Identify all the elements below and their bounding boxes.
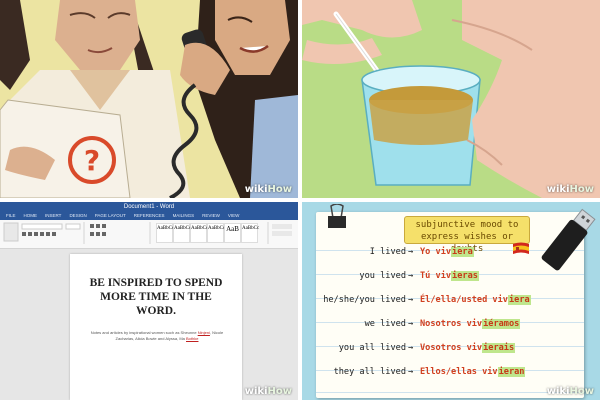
ribbon-tab[interactable]: INSERT (45, 212, 61, 220)
ribbon-tab[interactable]: FILE (6, 212, 16, 220)
spanish-stem: Él/ella/usted viv (420, 295, 508, 305)
style-title[interactable]: AaB (224, 223, 241, 243)
word-ribbon-tabs: FILE HOME INSERT DESIGN PAGE LAYOUT REFE… (0, 212, 298, 220)
spanish-form: Vosotros vivierais (420, 340, 516, 356)
english-form: he/she/you lived (323, 295, 406, 305)
conjugation-row: they all lived → Ellos/ellas vivieran (316, 364, 584, 380)
style-no-spacing[interactable]: AaBbCcDc (173, 223, 197, 243)
arrow-icon: → (408, 295, 414, 305)
wikihow-watermark: wikiHow (547, 386, 594, 397)
usb-drive-icon (541, 208, 596, 271)
spanish-form: Él/ella/usted viviera (420, 292, 531, 308)
spanish-form: Tú vivieras (420, 268, 479, 284)
ribbon-tab[interactable]: MAILINGS (173, 212, 195, 220)
spanish-stem: Tú viv (420, 271, 452, 281)
watermark-how-text: How (569, 184, 594, 195)
spanish-ending: iera (507, 295, 531, 305)
title-line-1: subjunctive mood to (415, 220, 519, 230)
binder-clip-icon (328, 204, 346, 228)
spanish-ending: iera (451, 247, 474, 257)
wikihow-watermark: wikiHow (547, 184, 594, 195)
ribbon-tab[interactable]: REFERENCES (134, 212, 165, 220)
wikihow-watermark: wikiHow (245, 184, 292, 195)
ribbon-tab[interactable]: HOME (24, 212, 38, 220)
watermark-wiki-text: wiki (244, 386, 268, 397)
spanish-stem: Yo viv (420, 247, 452, 257)
arrow-icon: → (408, 319, 414, 329)
body-text: Notes and articles by inspirational wome… (90, 330, 198, 335)
document-body: Notes and articles by inspirational wome… (84, 330, 230, 341)
style-heading1[interactable]: AaBbCc (190, 223, 208, 243)
watermark-wiki-text: wiki (546, 184, 570, 195)
document-heading: BE INSPIRED TO SPEND MORE TIME IN THE WO… (89, 277, 223, 317)
illustration-cup-and-stick: wikiHow (302, 0, 600, 198)
document-page[interactable]: BE INSPIRED TO SPEND MORE TIME IN THE WO… (70, 254, 242, 400)
ribbon-tab[interactable]: VIEW (228, 212, 240, 220)
watermark-how-text: How (569, 386, 594, 397)
body-link[interactable]: Bothke (186, 336, 198, 341)
style-heading2[interactable]: AaBbCcDc (207, 223, 231, 243)
conjugation-row: he/she/you lived → Él/ella/usted viviera (316, 292, 584, 308)
ribbon-tab[interactable]: DESIGN (69, 212, 86, 220)
watermark-how-text: How (267, 386, 292, 397)
english-form: you lived (359, 271, 406, 281)
spanish-form: Ellos/ellas vivieran (420, 364, 526, 380)
ribbon-tab[interactable]: REVIEW (202, 212, 220, 220)
spanish-stem: Vosotros viv (420, 343, 483, 353)
ribbon-tab[interactable]: PAGE LAYOUT (95, 212, 126, 220)
spanish-form: Nosotros viviéramos (420, 316, 521, 332)
illustration-phone-call: ? wikiHow (0, 0, 298, 198)
english-form: we lived (364, 319, 406, 329)
arrow-icon: → (408, 367, 414, 377)
style-subtitle[interactable]: AaBbCc (241, 223, 259, 243)
svg-text:?: ? (84, 144, 100, 177)
conjugation-row: we lived → Nosotros viviéramos (316, 316, 584, 332)
subjunctive-panel: subjunctive mood to express wishes or do… (302, 202, 600, 400)
conjugation-row: you all lived → Vosotros vivierais (316, 340, 584, 356)
word-screenshot: Document1 - Word FILE HOME INSERT DESIGN… (0, 202, 298, 400)
style-normal[interactable]: AaBbCcDc (156, 223, 180, 243)
word-title-bar: Document1 - Word (0, 202, 298, 212)
body-link[interactable]: Ninjeni (198, 330, 210, 335)
watermark-wiki-text: wiki (546, 386, 570, 397)
spanish-form: Yo viviera (420, 244, 474, 260)
arrow-icon: → (408, 247, 414, 257)
arrow-icon: → (408, 343, 414, 353)
english-form: they all lived (333, 367, 406, 377)
spanish-ending: ieran (497, 367, 526, 377)
spanish-ending: ierais (482, 343, 516, 353)
watermark-how-text: How (267, 184, 292, 195)
spanish-ending: ieras (451, 271, 479, 281)
spanish-stem: Nosotros viv (420, 319, 483, 329)
arrow-icon: → (408, 271, 414, 281)
spanish-ending: iéramos (482, 319, 521, 329)
watermark-wiki-text: wiki (244, 184, 268, 195)
english-form: I lived (369, 247, 406, 257)
english-form: you all lived (338, 343, 406, 353)
spain-flag-icon (513, 242, 529, 254)
subjunctive-title: subjunctive mood to express wishes or do… (404, 216, 530, 254)
wikihow-watermark: wikiHow (245, 386, 292, 397)
spanish-stem: Ellos/ellas viv (420, 367, 498, 377)
